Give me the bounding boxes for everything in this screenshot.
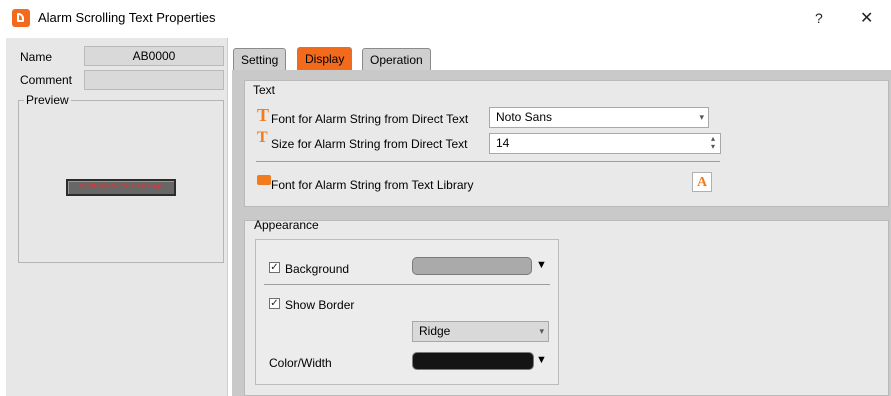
appearance-legend: Appearance: [254, 218, 319, 232]
help-button[interactable]: ?: [815, 10, 823, 26]
chevron-down-icon[interactable]: ▼: [536, 259, 547, 271]
close-icon[interactable]: ✕: [860, 8, 873, 28]
text-group-legend: Text: [253, 83, 276, 97]
app-icon: [12, 9, 30, 27]
font-library-label: Font for Alarm String from Text Library: [271, 178, 474, 192]
name-label: Name: [20, 50, 53, 64]
appearance-divider: [264, 284, 550, 285]
font-direct-label: Font for Alarm String from Direct Text: [271, 112, 469, 126]
tab-setting[interactable]: Setting: [233, 48, 287, 71]
border-style-value: Ridge: [419, 324, 451, 338]
font-direct-value: Noto Sans: [496, 110, 553, 124]
color-width-label: Color/Width: [269, 356, 332, 370]
border-color-swatch[interactable]: [412, 352, 534, 370]
show-border-checkbox[interactable]: ✓: [269, 298, 280, 309]
background-checkbox[interactable]: ✓: [269, 262, 280, 273]
tab-display[interactable]: Display: [297, 47, 353, 71]
spinner-arrows-icon[interactable]: ▴ ▾: [711, 135, 715, 151]
size-direct-spinner[interactable]: 14 ▴ ▾: [489, 133, 721, 154]
preview-label: Preview: [24, 93, 71, 107]
size-direct-value: 14: [496, 136, 510, 150]
border-style-select[interactable]: Ridge ▾: [412, 321, 549, 342]
chevron-down-icon: ▾: [699, 112, 704, 122]
window-title: Alarm Scrolling Text Properties: [38, 10, 216, 25]
background-color-swatch[interactable]: [412, 257, 532, 275]
chevron-down-icon: ▾: [539, 326, 544, 336]
show-border-label: Show Border: [285, 298, 355, 312]
font-direct-select[interactable]: Noto Sans ▾: [489, 107, 709, 128]
text-library-icon: [257, 175, 271, 185]
size-direct-label: Size for Alarm String from Direct Text: [271, 137, 468, 151]
font-icon: T: [257, 105, 270, 125]
comment-field[interactable]: [84, 70, 224, 90]
comment-label: Comment: [20, 73, 73, 87]
name-field[interactable]: AB0000: [84, 46, 224, 66]
text-divider: [256, 161, 720, 162]
background-label: Background: [285, 262, 350, 276]
tab-operation[interactable]: Operation: [362, 48, 431, 71]
chevron-down-icon[interactable]: ▼: [536, 354, 547, 366]
font-library-button[interactable]: A: [692, 172, 712, 192]
preview-scrolling-text: Cy/MM/dd) hh:mm:ss Message: [66, 179, 176, 196]
size-icon: T: [257, 129, 268, 146]
